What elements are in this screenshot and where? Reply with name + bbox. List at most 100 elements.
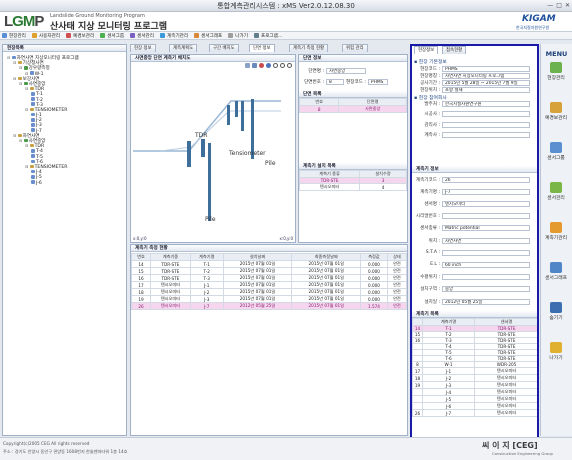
section-code-label: 단면번호 : xyxy=(304,80,324,85)
menu-item[interactable]: 센서그래프 xyxy=(194,33,222,39)
table-row[interactable]: 15 TDR-STE T-2 2015년 07월 01일 2015년 07월 01일 0.… xyxy=(130,267,408,275)
minimize-button[interactable]: — xyxy=(547,2,553,9)
table-cell: 0.000 xyxy=(360,274,388,282)
table-cell: 0.000 xyxy=(360,281,388,289)
ceg-logo: 씨 이 지 [CEG] xyxy=(482,441,538,450)
side-menu-button[interactable]: 센서관리 xyxy=(541,182,571,201)
table-cell: 안전 xyxy=(386,281,408,289)
tensiometer-marker xyxy=(241,101,244,131)
table-row[interactable]: 26 텐시오미터 J-7 2012년 05월 25일 2015년 07월 01일 1.57… xyxy=(130,302,408,310)
side-menu-button[interactable]: 센서그래프 xyxy=(541,262,571,281)
side-menu-button[interactable]: 계측기관리 xyxy=(541,222,571,241)
side-menu-button[interactable]: 센서그룹 xyxy=(541,142,571,161)
menu-item[interactable]: 프로그램... xyxy=(253,33,282,39)
table-cell: 2015년 07월 01일 xyxy=(222,288,293,296)
folder-icon xyxy=(31,97,35,101)
menu-item[interactable]: 나가기 xyxy=(228,33,248,39)
site-list-title: 현장목록 xyxy=(3,45,126,52)
measure-title: 계측기 측정 현황 xyxy=(131,245,407,252)
pan-icon[interactable] xyxy=(252,63,257,68)
table-cell: 26 xyxy=(130,302,152,310)
side-menu-label: 나가기 xyxy=(549,356,563,361)
side-menu-icon xyxy=(550,222,562,233)
section-name-field[interactable]: 사면중앙 xyxy=(326,68,366,74)
close-button[interactable]: ✕ xyxy=(565,2,570,9)
side-menu-button[interactable]: 현장관리 xyxy=(541,62,571,81)
folder-icon xyxy=(31,175,35,179)
menu-item[interactable]: 현장관리 xyxy=(2,33,26,39)
sensor-count-table: 계측기 종류 설치수량 TDR-STE 3 텐시오미터 4 xyxy=(298,170,407,191)
diagram-title: 사면중앙 단면 계측기 배치도 xyxy=(131,55,295,62)
table-row[interactable]: 19 텐시오미터 J-3 2015년 07월 01일 2015년 07월 01일 0.00… xyxy=(130,295,408,303)
table-cell: 안전 xyxy=(386,260,408,268)
section-code-field[interactable]: 8 xyxy=(326,79,344,85)
folder-icon xyxy=(29,86,34,91)
table-cell: 사면중앙 xyxy=(338,105,407,113)
maximize-button[interactable]: □ xyxy=(556,2,562,9)
globe-icon[interactable] xyxy=(266,63,271,68)
table-cell: TDR-STE xyxy=(150,274,191,282)
folder-icon xyxy=(31,128,35,132)
highlight-box xyxy=(410,44,539,440)
table-row[interactable]: 14 TDR-STE T-1 2015년 07월 01일 2015년 07월 01일 0.… xyxy=(130,260,408,268)
coord-left: x:0,y:0 xyxy=(133,236,147,241)
side-menu-label: 예경보관리 xyxy=(544,116,568,121)
column-header: 번호 xyxy=(298,98,340,106)
site-code-field[interactable]: PHMS xyxy=(367,79,388,85)
table-cell: 0.000 xyxy=(360,288,388,296)
zoom-out-icon[interactable] xyxy=(280,63,285,68)
window-title: 통합계측관리시스템 : xMS Ver2.0.12.08.30 xyxy=(217,2,355,10)
menu-item[interactable]: 예경보관리 xyxy=(66,33,94,39)
folder-icon xyxy=(31,180,35,184)
tab-center[interactable]: 현장 정보 xyxy=(130,44,156,52)
menu-item-label: 센서관리 xyxy=(137,33,154,39)
select-icon[interactable] xyxy=(245,63,250,68)
table-row[interactable]: 8 사면중앙 xyxy=(298,105,407,113)
table-row[interactable]: 텐시오미터 4 xyxy=(298,183,407,191)
menu-item[interactable]: 센서관리 xyxy=(130,33,154,39)
table-cell: J-1 xyxy=(189,281,224,289)
side-menu-label: 현장관리 xyxy=(547,76,565,81)
section-list: 단면 목록 번호 단면명 8 사면중앙 xyxy=(298,91,407,113)
ceg-subtitle: Construction Engineering Group xyxy=(492,451,553,456)
record-icon[interactable] xyxy=(259,63,264,68)
tab-center[interactable]: 위험 관리 xyxy=(342,44,368,52)
menu-icon xyxy=(194,33,200,38)
tab-center[interactable]: 구간 배치도 xyxy=(209,44,239,52)
folder-icon xyxy=(31,169,35,174)
column-header: 설치수량 xyxy=(359,170,407,178)
folder-icon xyxy=(31,154,35,158)
table-row[interactable]: 16 TDR-STE T-3 2015년 07월 01일 2015년 07월 01일 0.… xyxy=(130,274,408,282)
tab-center[interactable]: 계측계획도 xyxy=(169,44,198,52)
section-list-title: 단면 목록 xyxy=(299,91,407,98)
table-cell: 텐시오미터 xyxy=(150,302,191,310)
menu-icon xyxy=(160,33,165,38)
side-menu-button[interactable]: 나가기 xyxy=(541,342,571,361)
folder-icon xyxy=(31,102,35,106)
column-header: 최종측정날짜 xyxy=(291,253,362,261)
table-cell: 14 xyxy=(130,260,152,268)
tab-center[interactable]: 계측기 측정 현황 xyxy=(289,44,329,52)
table-cell: 2015년 07월 01일 xyxy=(222,260,293,268)
window-titlebar: 통합계측관리시스템 : xMS Ver2.0.12.08.30 xyxy=(0,0,572,12)
side-menu-button[interactable]: 숨기기 xyxy=(541,302,571,321)
menu-item[interactable]: 계측기관리 xyxy=(160,33,188,39)
tab-center[interactable]: 단면 정보 xyxy=(249,44,275,52)
column-header: 계측기명 xyxy=(189,253,224,261)
tdr-label: TDR xyxy=(194,132,207,139)
section-name-label: 단면명 : xyxy=(308,69,324,74)
folder-icon xyxy=(31,149,35,153)
folder-icon xyxy=(31,118,35,122)
side-menu-icon xyxy=(550,302,562,313)
measure-panel: 계측기 측정 현황 번호 계측기종 계측기명 설치날짜 최종측정날짜 측정값 상태 14 TDR… xyxy=(130,244,408,436)
column-header: 설치날짜 xyxy=(222,253,293,261)
menu-item[interactable]: 센서그룹 xyxy=(100,33,124,39)
zoom-in-icon[interactable] xyxy=(273,63,278,68)
menu-item[interactable]: 사용자관리 xyxy=(31,33,60,39)
zoom-fit-icon[interactable] xyxy=(287,63,292,68)
site-code-label: 현장코드 : xyxy=(346,80,366,85)
tree-node[interactable]: J-6 xyxy=(7,180,79,186)
table-row[interactable]: 17 텐시오미터 J-1 2015년 07월 01일 2015년 07월 01일 0.00… xyxy=(130,281,408,289)
side-menu-button[interactable]: 예경보관리 xyxy=(541,102,571,121)
table-row[interactable]: 18 텐시오미터 J-2 2015년 07월 01일 2015년 07월 01일 0.00… xyxy=(130,288,408,296)
